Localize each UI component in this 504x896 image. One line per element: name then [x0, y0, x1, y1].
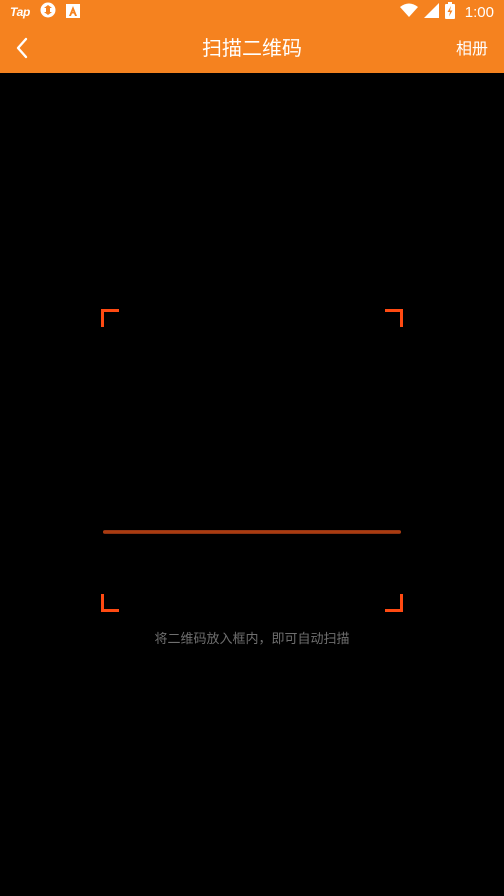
- album-button[interactable]: 相册: [456, 24, 488, 73]
- top-bar: Tap 1:00 扫描二维码 相册: [0, 0, 504, 73]
- scan-screen: Tap 1:00 扫描二维码 相册 将二维码放入框内，即可自动扫描: [0, 0, 504, 896]
- page-title: 扫描二维码: [202, 36, 302, 60]
- a-icon: [66, 3, 80, 22]
- status-left: Tap: [10, 2, 80, 22]
- battery-icon: [444, 1, 455, 23]
- tap-logo: Tap: [10, 5, 30, 19]
- frame-corner-top-left: [101, 309, 119, 327]
- scan-line: [103, 530, 401, 534]
- status-time: 1:00: [464, 3, 494, 21]
- frame-corner-top-right: [385, 309, 403, 327]
- wifi-icon: [399, 3, 418, 22]
- frame-corner-bottom-left: [101, 594, 119, 612]
- scan-frame: [101, 309, 403, 612]
- signal-icon: [423, 2, 439, 22]
- frame-corner-bottom-right: [385, 594, 403, 612]
- status-right: 1:00: [399, 1, 494, 23]
- scan-hint: 将二维码放入框内，即可自动扫描: [154, 632, 350, 647]
- app-bar: 扫描二维码 相册: [0, 24, 504, 73]
- status-bar: Tap 1:00: [0, 0, 504, 24]
- sync-icon: [40, 2, 56, 22]
